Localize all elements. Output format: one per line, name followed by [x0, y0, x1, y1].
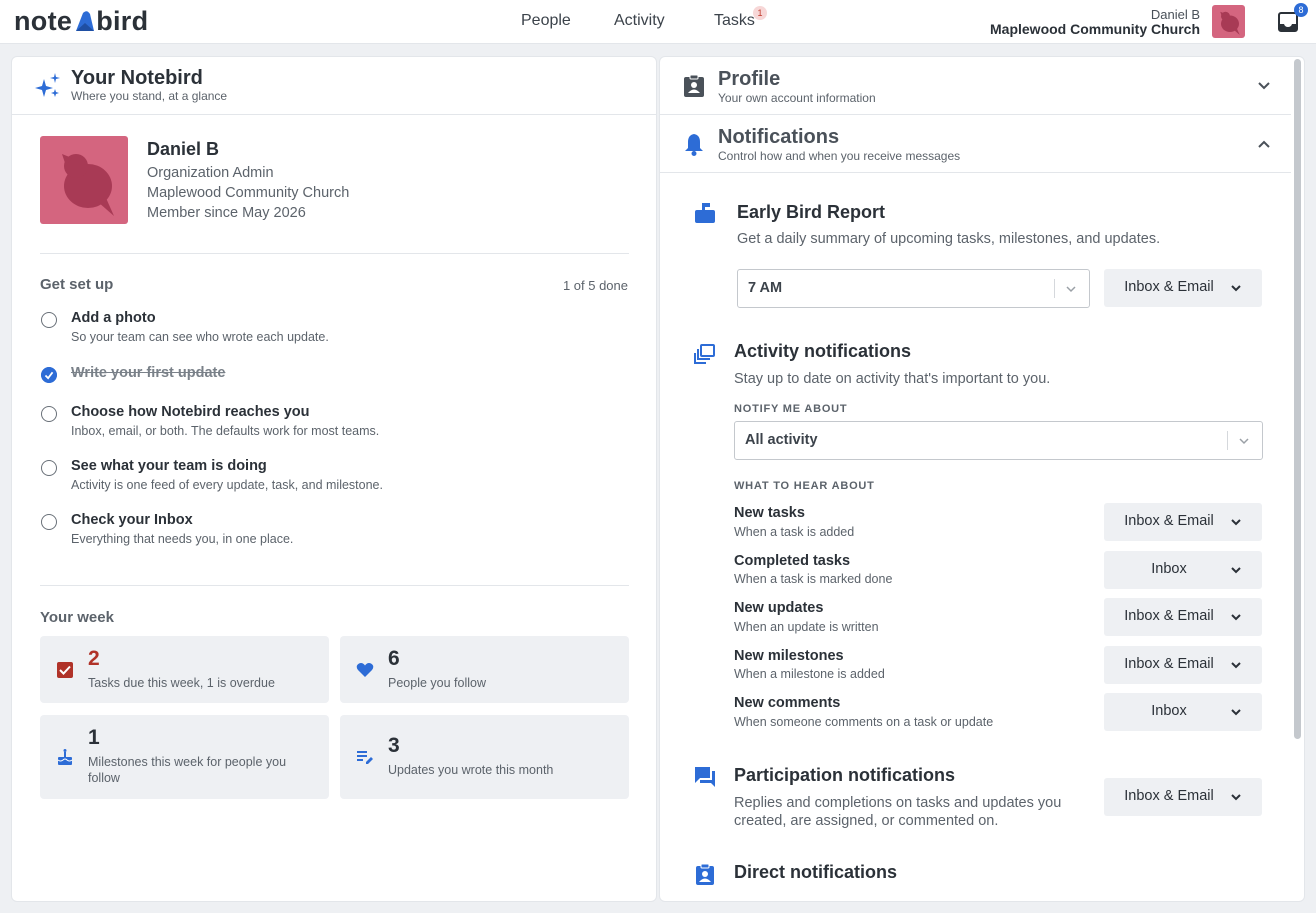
chevron-down-icon	[1231, 285, 1241, 292]
mailbox-icon	[695, 203, 715, 223]
what-to-hear-label: WHAT TO HEAR ABOUT	[734, 480, 875, 492]
inbox-count-badge: 8	[1294, 3, 1308, 17]
activity-notifications-title: Activity notifications	[734, 341, 912, 361]
stat-tasks-due[interactable]: 2 Tasks due this week, 1 is overdue	[40, 636, 329, 703]
bird-avatar-icon	[1220, 11, 1240, 35]
cake-icon	[57, 749, 73, 765]
pref-title: Completed tasks	[734, 553, 851, 569]
nav-people[interactable]: People	[521, 12, 571, 30]
user-org[interactable]: Maplewood Community Church	[990, 21, 1200, 37]
stat-updates-written[interactable]: 3 Updates you wrote this month	[340, 715, 629, 799]
nav-activity[interactable]: Activity	[614, 12, 665, 30]
panel-title: Your Notebird	[71, 67, 203, 89]
user-avatar[interactable]	[1212, 5, 1245, 38]
chevron-down-icon[interactable]	[1257, 79, 1271, 93]
radio-unchecked-icon[interactable]	[41, 460, 57, 476]
nav-tasks[interactable]: Tasks	[714, 12, 755, 30]
profile-role: Organization Admin	[147, 165, 274, 181]
bird-avatar-icon	[62, 154, 114, 216]
chevron-down-icon	[1066, 286, 1076, 293]
participation-desc-line2: created, are assigned, or commented on.	[734, 813, 999, 829]
chevron-down-icon	[1231, 794, 1241, 801]
chevron-down-icon	[1231, 614, 1241, 621]
radio-unchecked-icon[interactable]	[41, 406, 57, 422]
participation-channel-dropdown[interactable]: Inbox & Email	[1104, 778, 1262, 816]
participation-title: Participation notifications	[734, 765, 956, 785]
setup-title: Get set up	[40, 276, 114, 293]
pref-subtitle: When someone comments on a task or updat…	[734, 715, 994, 729]
profile-avatar[interactable]	[40, 136, 128, 224]
bird-logo-icon	[76, 10, 95, 31]
direct-notifications-title: Direct notifications	[734, 862, 898, 882]
notebird-logo[interactable]: note bird	[14, 6, 148, 37]
pref-subtitle: When a task is marked done	[734, 572, 893, 586]
new-milestones-channel-dropdown[interactable]: Inbox & Email	[1104, 646, 1262, 684]
chat-bubbles-icon	[695, 767, 715, 787]
panel-header: Your Notebird Where you stand, at a glan…	[12, 57, 656, 115]
id-badge-icon	[696, 863, 714, 885]
setup-progress: 1 of 5 done	[562, 278, 628, 293]
early-bird-channel-dropdown[interactable]: Inbox & Email	[1104, 269, 1262, 307]
check-circle-icon[interactable]	[41, 367, 57, 383]
stat-people-followed[interactable]: 6 People you follow	[340, 636, 629, 703]
divider	[40, 253, 629, 254]
pref-title: New tasks	[734, 505, 805, 521]
divider	[40, 585, 629, 586]
edit-list-icon	[357, 751, 373, 764]
chevron-down-icon	[1239, 438, 1249, 445]
early-bird-desc: Get a daily summary of upcoming tasks, m…	[737, 231, 1161, 247]
profile-member-since: Member since May 2026	[147, 205, 306, 221]
radio-unchecked-icon[interactable]	[41, 312, 57, 328]
new-updates-channel-dropdown[interactable]: Inbox & Email	[1104, 598, 1262, 636]
profile-org: Maplewood Community Church	[147, 185, 350, 201]
sparkle-icon	[35, 73, 60, 97]
heart-icon	[356, 663, 374, 677]
chevron-down-icon	[1231, 709, 1241, 716]
chevron-down-icon	[1231, 519, 1241, 526]
notify-me-about-select[interactable]: All activity	[734, 421, 1263, 460]
panel-subtitle: Where you stand, at a glance	[71, 89, 228, 103]
pref-subtitle: When a milestone is added	[734, 667, 885, 681]
activity-stack-icon	[694, 344, 715, 364]
new-comments-channel-dropdown[interactable]: Inbox	[1104, 693, 1262, 731]
pref-subtitle: When a task is added	[734, 525, 855, 539]
bell-icon	[685, 134, 703, 156]
radio-unchecked-icon[interactable]	[41, 514, 57, 530]
activity-notifications-desc: Stay up to date on activity that's impor…	[734, 371, 1051, 387]
id-badge-icon	[684, 74, 704, 97]
completed-tasks-channel-dropdown[interactable]: Inbox	[1104, 551, 1262, 589]
participation-desc-line1: Replies and completions on tasks and upd…	[734, 795, 1062, 811]
tasks-count-badge: 1	[753, 6, 767, 20]
notifications-accordion[interactable]: Notifications Control how and when you r…	[660, 115, 1291, 173]
pref-subtitle: When an update is written	[734, 620, 879, 634]
week-title: Your week	[40, 609, 114, 626]
pref-title: New milestones	[734, 648, 844, 664]
chevron-up-icon[interactable]	[1257, 137, 1271, 151]
chevron-down-icon	[1231, 567, 1241, 574]
top-nav-bar: note bird People Activity Tasks 1 Daniel…	[0, 0, 1316, 44]
chevron-down-icon	[1231, 662, 1241, 669]
early-bird-title: Early Bird Report	[737, 202, 886, 222]
settings-panel: Profile Your own account information Not…	[659, 56, 1305, 902]
your-notebird-panel: Your Notebird Where you stand, at a glan…	[11, 56, 657, 902]
checkbox-icon	[57, 662, 73, 678]
profile-accordion[interactable]: Profile Your own account information	[660, 57, 1291, 115]
stat-milestones[interactable]: 1 Milestones this week for people you fo…	[40, 715, 329, 799]
pref-title: New comments	[734, 695, 841, 711]
new-tasks-channel-dropdown[interactable]: Inbox & Email	[1104, 503, 1262, 541]
profile-name: Daniel B	[147, 139, 220, 159]
pref-title: New updates	[734, 600, 824, 616]
early-bird-time-select[interactable]: 7 AM	[737, 269, 1090, 308]
user-name[interactable]: Daniel B	[1151, 7, 1200, 22]
scrollbar[interactable]	[1294, 59, 1301, 739]
notify-label: NOTIFY ME ABOUT	[734, 403, 848, 415]
